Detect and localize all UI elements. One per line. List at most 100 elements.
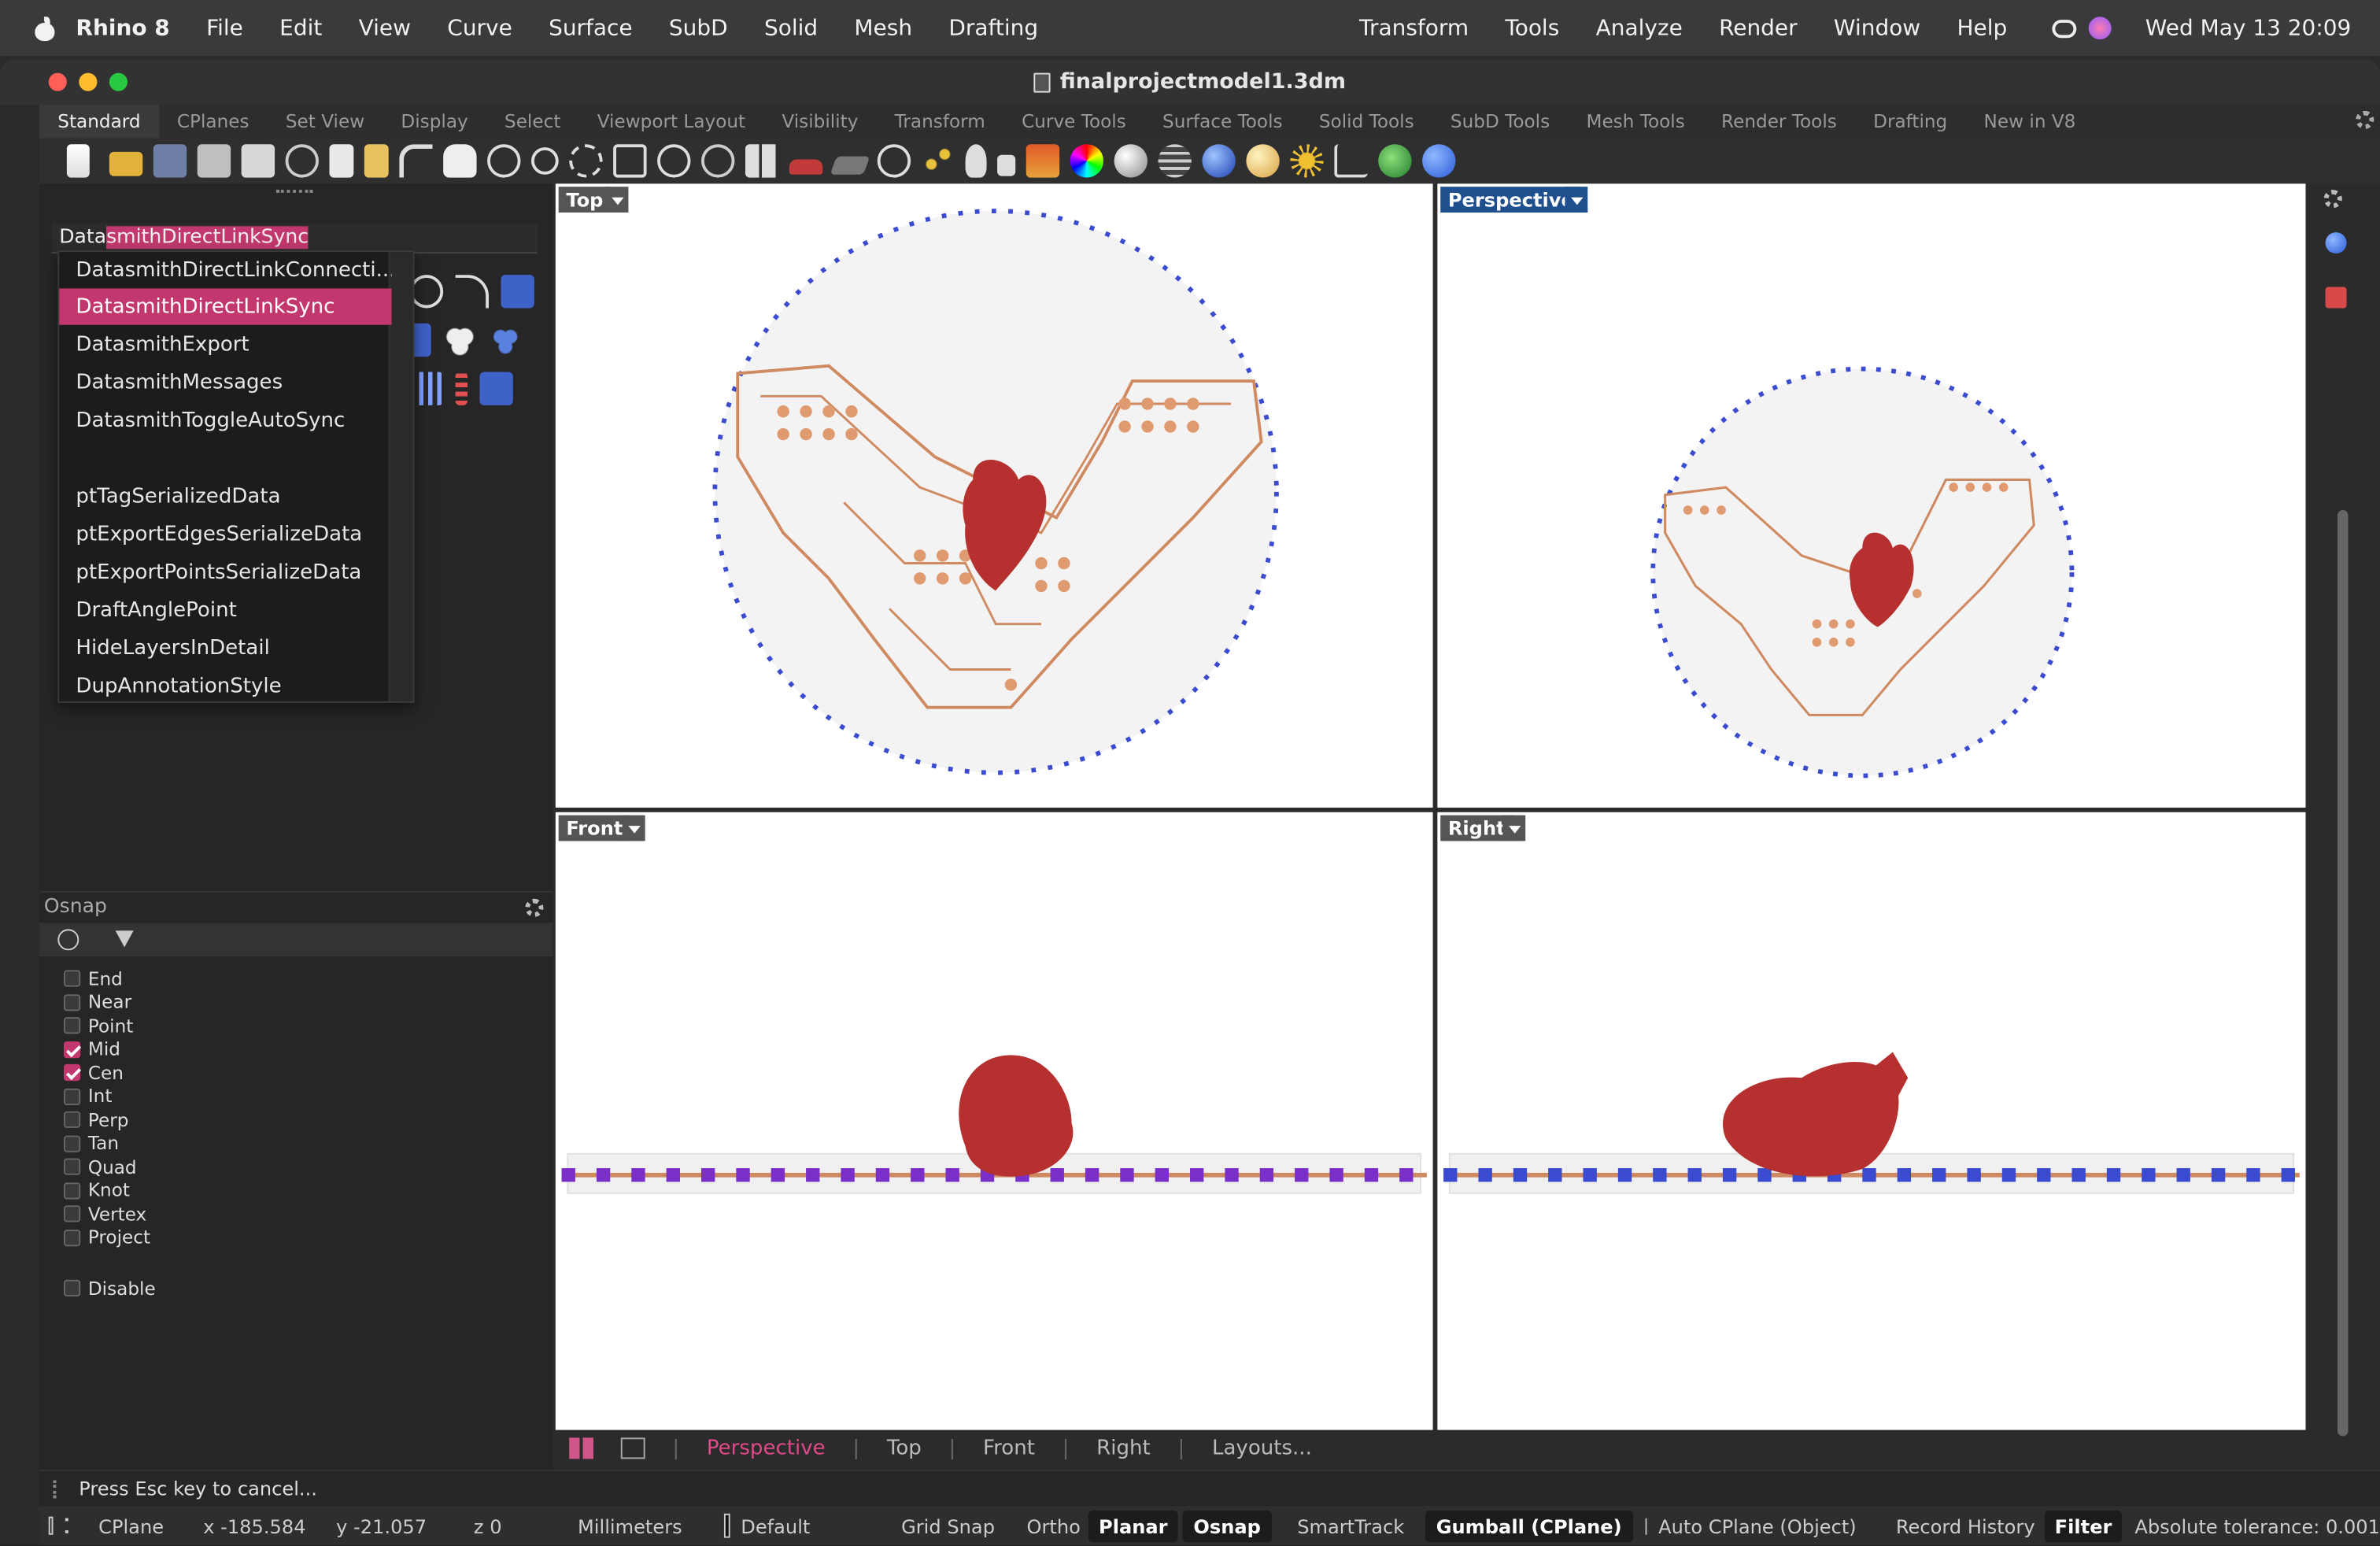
- osnap-checkbox[interactable]: [63, 1205, 81, 1222]
- viewport-tab-layouts[interactable]: Layouts...: [1184, 1436, 1339, 1460]
- osnap-checkbox-checked[interactable]: [63, 1064, 81, 1082]
- osnap-checkbox[interactable]: [63, 993, 81, 1011]
- control-center-icon[interactable]: [2053, 19, 2077, 38]
- panel-grip[interactable]: [275, 190, 313, 194]
- material-panel-icon[interactable]: [2325, 232, 2347, 254]
- osnap-near[interactable]: Near: [63, 990, 156, 1014]
- point-snap-icon[interactable]: [877, 144, 911, 178]
- status-lock-icon[interactable]: [1644, 1517, 1646, 1534]
- viewport-tab-top[interactable]: Top: [859, 1436, 948, 1460]
- import-icon[interactable]: [241, 144, 275, 178]
- tab-render-tools[interactable]: Render Tools: [1703, 111, 1855, 132]
- osnap-cen[interactable]: Cen: [63, 1061, 156, 1085]
- dimension-vertical-icon[interactable]: [455, 372, 468, 405]
- four-view-layout-icon[interactable]: [569, 1437, 594, 1459]
- dropdown-item[interactable]: HideLayersInDetail: [59, 630, 391, 666]
- viewport-right-menu-arrow[interactable]: [1502, 815, 1526, 841]
- osnap-quad[interactable]: Quad: [63, 1156, 156, 1179]
- dimension-icon[interactable]: [1334, 144, 1368, 178]
- status-layer[interactable]: Default: [741, 1515, 810, 1537]
- save-icon[interactable]: [153, 144, 187, 178]
- cut-icon[interactable]: [285, 144, 319, 178]
- tab-curve-tools[interactable]: Curve Tools: [1003, 111, 1144, 132]
- menu-edit[interactable]: Edit: [261, 16, 340, 40]
- dropdown-scrollbar[interactable]: [388, 252, 413, 701]
- tab-cplanes[interactable]: CPlanes: [159, 111, 268, 132]
- panel-gear-icon[interactable]: [2323, 190, 2342, 209]
- copy-icon[interactable]: [329, 144, 354, 178]
- grid-plane-icon[interactable]: [830, 156, 870, 175]
- dropdown-item[interactable]: ptExportEdgesSerializeData: [59, 516, 391, 553]
- osnap-checkbox[interactable]: [63, 1182, 81, 1200]
- viewport-top[interactable]: Top: [555, 183, 1433, 808]
- tab-drafting[interactable]: Drafting: [1855, 111, 1965, 132]
- surface-icon[interactable]: [501, 275, 535, 309]
- siri-icon[interactable]: [2089, 17, 2112, 40]
- menu-clock[interactable]: Wed May 13 20:09: [2127, 16, 2380, 40]
- tab-visibility[interactable]: Visibility: [763, 111, 876, 132]
- dropdown-item-selected[interactable]: DatasmithDirectLinkSync: [59, 288, 392, 325]
- heart-model[interactable]: [959, 1055, 1074, 1177]
- osnap-disable[interactable]: Disable: [63, 1277, 156, 1300]
- display-panel-icon[interactable]: [2325, 287, 2347, 309]
- array-icon[interactable]: [409, 372, 444, 405]
- osnap-checkbox[interactable]: [63, 1111, 81, 1129]
- menu-subd[interactable]: SubD: [651, 16, 746, 40]
- select-points-icon[interactable]: [921, 144, 955, 178]
- osnap-tan[interactable]: Tan: [63, 1132, 156, 1156]
- minimize-window-button[interactable]: [79, 72, 98, 91]
- tab-surface-tools[interactable]: Surface Tools: [1144, 111, 1301, 132]
- status-auto-cplane[interactable]: Auto CPlane (Object): [1658, 1515, 1857, 1537]
- viewport-right[interactable]: Right: [1437, 812, 2306, 1430]
- zoom-selected-icon[interactable]: [657, 144, 691, 178]
- list-icon[interactable]: [65, 1518, 68, 1533]
- tab-solid-tools[interactable]: Solid Tools: [1301, 111, 1432, 132]
- material-sphere-icon[interactable]: [1202, 144, 1236, 178]
- viewport-top-menu-arrow[interactable]: [605, 187, 629, 213]
- tab-subd-tools[interactable]: SubD Tools: [1432, 111, 1569, 132]
- tab-select[interactable]: Select: [486, 111, 579, 132]
- mesh-points-icon[interactable]: [489, 323, 523, 357]
- render-sphere-icon[interactable]: [1114, 144, 1148, 178]
- zoom-window-icon[interactable]: [569, 144, 603, 178]
- heart-model[interactable]: [1723, 1062, 1899, 1177]
- pan-hand-icon[interactable]: [443, 144, 477, 178]
- toolbar-gear-icon[interactable]: [2356, 110, 2374, 129]
- open-file-icon[interactable]: [109, 151, 143, 176]
- command-prompt-grip-icon[interactable]: [53, 1480, 57, 1499]
- zoom-icon[interactable]: [530, 147, 559, 175]
- dropdown-item[interactable]: DatasmithToggleAutoSync: [59, 402, 391, 438]
- viewport-tab-right[interactable]: Right: [1069, 1436, 1177, 1460]
- zoom-window-button[interactable]: [109, 72, 128, 91]
- osnap-filter-icon[interactable]: [115, 930, 134, 948]
- tab-transform[interactable]: Transform: [877, 111, 1003, 132]
- viewport-perspective-menu-arrow[interactable]: [1565, 187, 1588, 213]
- arc-icon[interactable]: [455, 275, 490, 309]
- paste-icon[interactable]: [364, 144, 389, 178]
- osnap-point[interactable]: Point: [63, 1014, 156, 1037]
- status-record-history[interactable]: Record History: [1896, 1515, 2035, 1537]
- tab-viewport-layout[interactable]: Viewport Layout: [579, 111, 764, 132]
- osnap-checkbox[interactable]: [63, 1158, 81, 1176]
- rotate-view-icon[interactable]: [487, 144, 521, 178]
- right-panel-scrollbar[interactable]: [2337, 509, 2349, 1437]
- osnap-project[interactable]: Project: [63, 1226, 156, 1249]
- osnap-checkbox[interactable]: [63, 1229, 81, 1246]
- viewport-front-label[interactable]: Front: [558, 815, 631, 841]
- layer-color-swatch[interactable]: [724, 1513, 730, 1538]
- menu-tools[interactable]: Tools: [1487, 16, 1577, 40]
- osnap-perp[interactable]: Perp: [63, 1108, 156, 1132]
- environment-icon[interactable]: [1246, 144, 1280, 178]
- viewport-perspective-label[interactable]: Perspective: [1440, 187, 1582, 213]
- menu-file[interactable]: File: [188, 16, 261, 40]
- viewport-perspective[interactable]: Perspective: [1437, 183, 2306, 808]
- status-ortho[interactable]: Ortho: [1027, 1515, 1081, 1537]
- single-view-layout-icon[interactable]: [620, 1437, 645, 1459]
- menu-transform[interactable]: Transform: [1341, 16, 1487, 40]
- sidebar-toggle-icon[interactable]: [48, 1516, 54, 1535]
- menu-mesh[interactable]: Mesh: [836, 16, 930, 40]
- status-grid-snap[interactable]: Grid Snap: [901, 1515, 995, 1537]
- viewport-front-menu-arrow[interactable]: [622, 815, 645, 841]
- color-wheel-icon[interactable]: [1070, 144, 1104, 178]
- lock-icon[interactable]: [997, 154, 1016, 176]
